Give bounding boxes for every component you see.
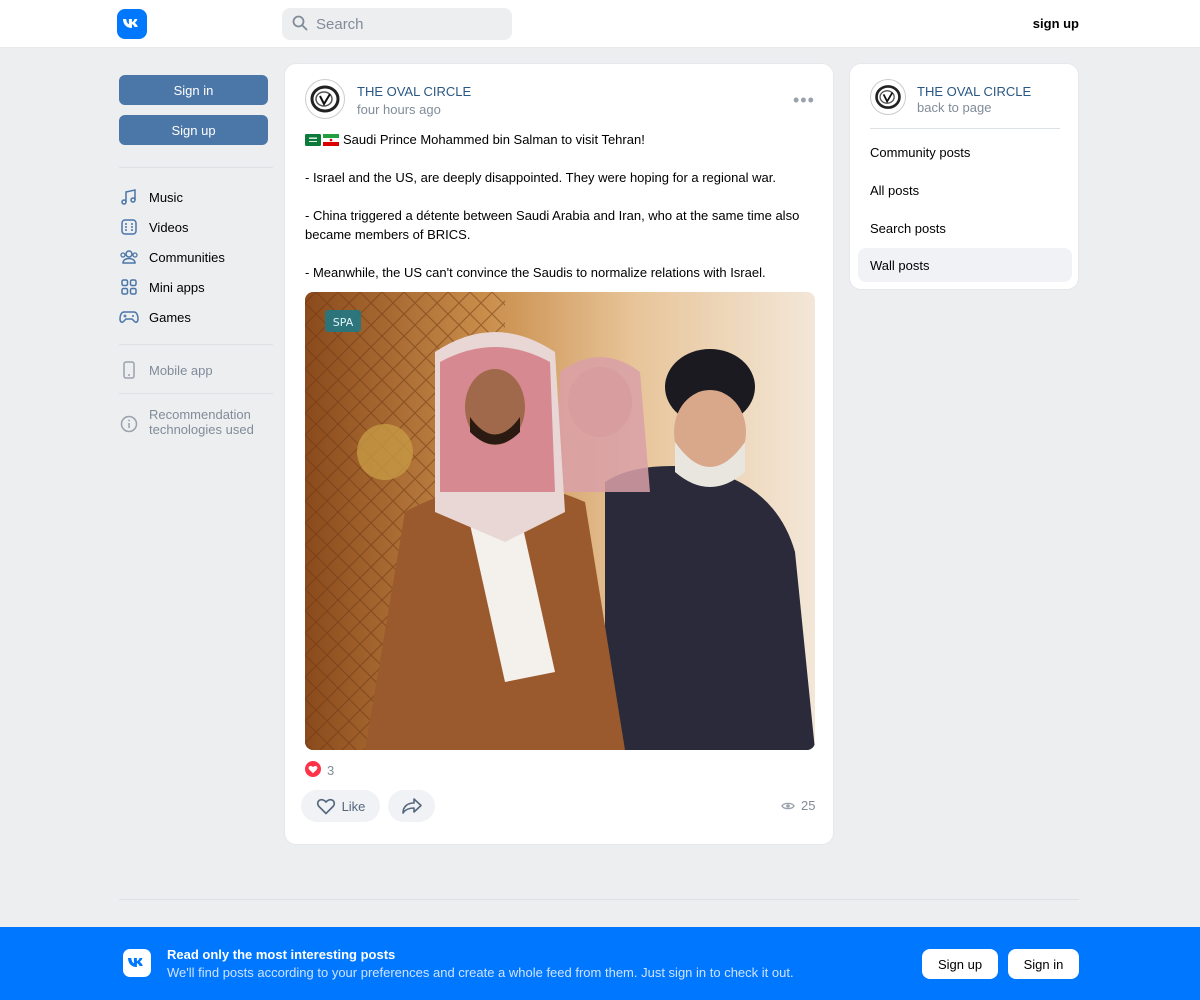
like-label: Like	[341, 798, 366, 814]
post-paragraph: - China triggered a détente between Saud…	[305, 208, 800, 242]
flags-icon	[305, 133, 339, 146]
vk-logo-icon[interactable]	[117, 9, 147, 39]
top-signup-link[interactable]: sign up	[1010, 16, 1079, 31]
sidebar-item-communities[interactable]: Communities	[119, 244, 273, 270]
sidebar-divider	[119, 167, 273, 168]
search-input[interactable]: Search	[282, 8, 512, 40]
views-count: 25	[801, 798, 816, 813]
footer-divider	[119, 899, 1079, 900]
sidebar-item-label: Mini apps	[149, 279, 205, 295]
sidebar-item-recommendation[interactable]: Recommendation technologies used	[119, 407, 273, 439]
sidebar-item-label: Mobile app	[149, 362, 213, 378]
sidebar-item-label: Communities	[149, 249, 225, 265]
gamepad-icon	[119, 307, 139, 327]
info-icon	[119, 414, 139, 434]
sidebar-item-games[interactable]: Games	[119, 304, 273, 330]
sidebar-item-label: Videos	[149, 219, 189, 235]
community-avatar[interactable]	[305, 79, 345, 119]
banner-signup-button[interactable]: Sign up	[922, 949, 998, 979]
post-card: THE OVAL CIRCLE four hours ago ••• Saudi…	[284, 63, 834, 845]
banner-subtitle: We'll find posts according to your prefe…	[167, 965, 794, 980]
share-icon	[401, 797, 423, 815]
like-button[interactable]: Like	[301, 790, 380, 822]
vk-logo-icon	[123, 949, 151, 977]
banner-signin-button[interactable]: Sign in	[1008, 949, 1079, 979]
signin-button[interactable]: Sign in	[119, 75, 268, 105]
sidebar-item-label: Games	[149, 309, 191, 325]
more-options-icon[interactable]: •••	[793, 90, 815, 111]
post-paragraph: - Meanwhile, the US can't convince the S…	[305, 265, 766, 280]
post-paragraph: Saudi Prince Mohammed bin Salman to visi…	[343, 132, 645, 147]
community-panel: THE OVAL CIRCLE back to page Community p…	[849, 63, 1079, 290]
sidebar-item-mini-apps[interactable]: Mini apps	[119, 274, 273, 300]
community-name-link[interactable]: THE OVAL CIRCLE	[917, 84, 1031, 99]
sidebar-item-label: Recommendation technologies used	[149, 407, 254, 437]
signup-button[interactable]: Sign up	[119, 115, 268, 145]
sidebar-item-music[interactable]: Music	[119, 184, 273, 210]
sidebar-item-label: Music	[149, 189, 183, 205]
share-button[interactable]	[388, 790, 435, 822]
search-posts-link[interactable]: Search posts	[858, 211, 1072, 245]
banner-title: Read only the most interesting posts	[167, 947, 396, 962]
communities-icon	[119, 247, 139, 267]
sidebar-item-mobile-app[interactable]: Mobile app	[119, 357, 273, 383]
post-author-link[interactable]: THE OVAL CIRCLE	[357, 84, 471, 99]
views-counter: 25	[781, 798, 815, 813]
top-bar: Search sign up	[0, 0, 1200, 48]
post-photo[interactable]: SPA	[305, 292, 815, 750]
sidebar-divider	[119, 393, 273, 394]
all-posts-link[interactable]: All posts	[858, 173, 1072, 207]
photo-watermark: SPA	[333, 316, 354, 329]
heart-reaction-icon	[305, 761, 321, 780]
search-placeholder: Search	[316, 15, 364, 33]
sidebar-divider	[119, 344, 273, 345]
sidebar-item-videos[interactable]: Videos	[119, 214, 273, 240]
community-avatar[interactable]	[870, 79, 906, 115]
community-posts-link[interactable]: Community posts	[858, 135, 1072, 169]
reaction-count: 3	[327, 763, 335, 778]
signin-banner: Read only the most interesting posts We'…	[0, 927, 1200, 1000]
video-icon	[119, 217, 139, 237]
back-to-page-link[interactable]: back to page	[917, 100, 991, 115]
post-text: Saudi Prince Mohammed bin Salman to visi…	[305, 130, 815, 301]
wall-posts-link[interactable]: Wall posts	[858, 248, 1072, 282]
post-paragraph: - Israel and the US, are deeply disappoi…	[305, 170, 776, 185]
post-time[interactable]: four hours ago	[357, 102, 441, 117]
reactions[interactable]: 3	[305, 761, 334, 780]
panel-divider	[870, 128, 1060, 129]
mini-apps-icon	[119, 277, 139, 297]
heart-outline-icon	[316, 797, 336, 815]
eye-icon	[781, 801, 795, 811]
phone-icon	[119, 360, 139, 380]
music-icon	[119, 187, 139, 207]
search-icon	[292, 15, 308, 34]
